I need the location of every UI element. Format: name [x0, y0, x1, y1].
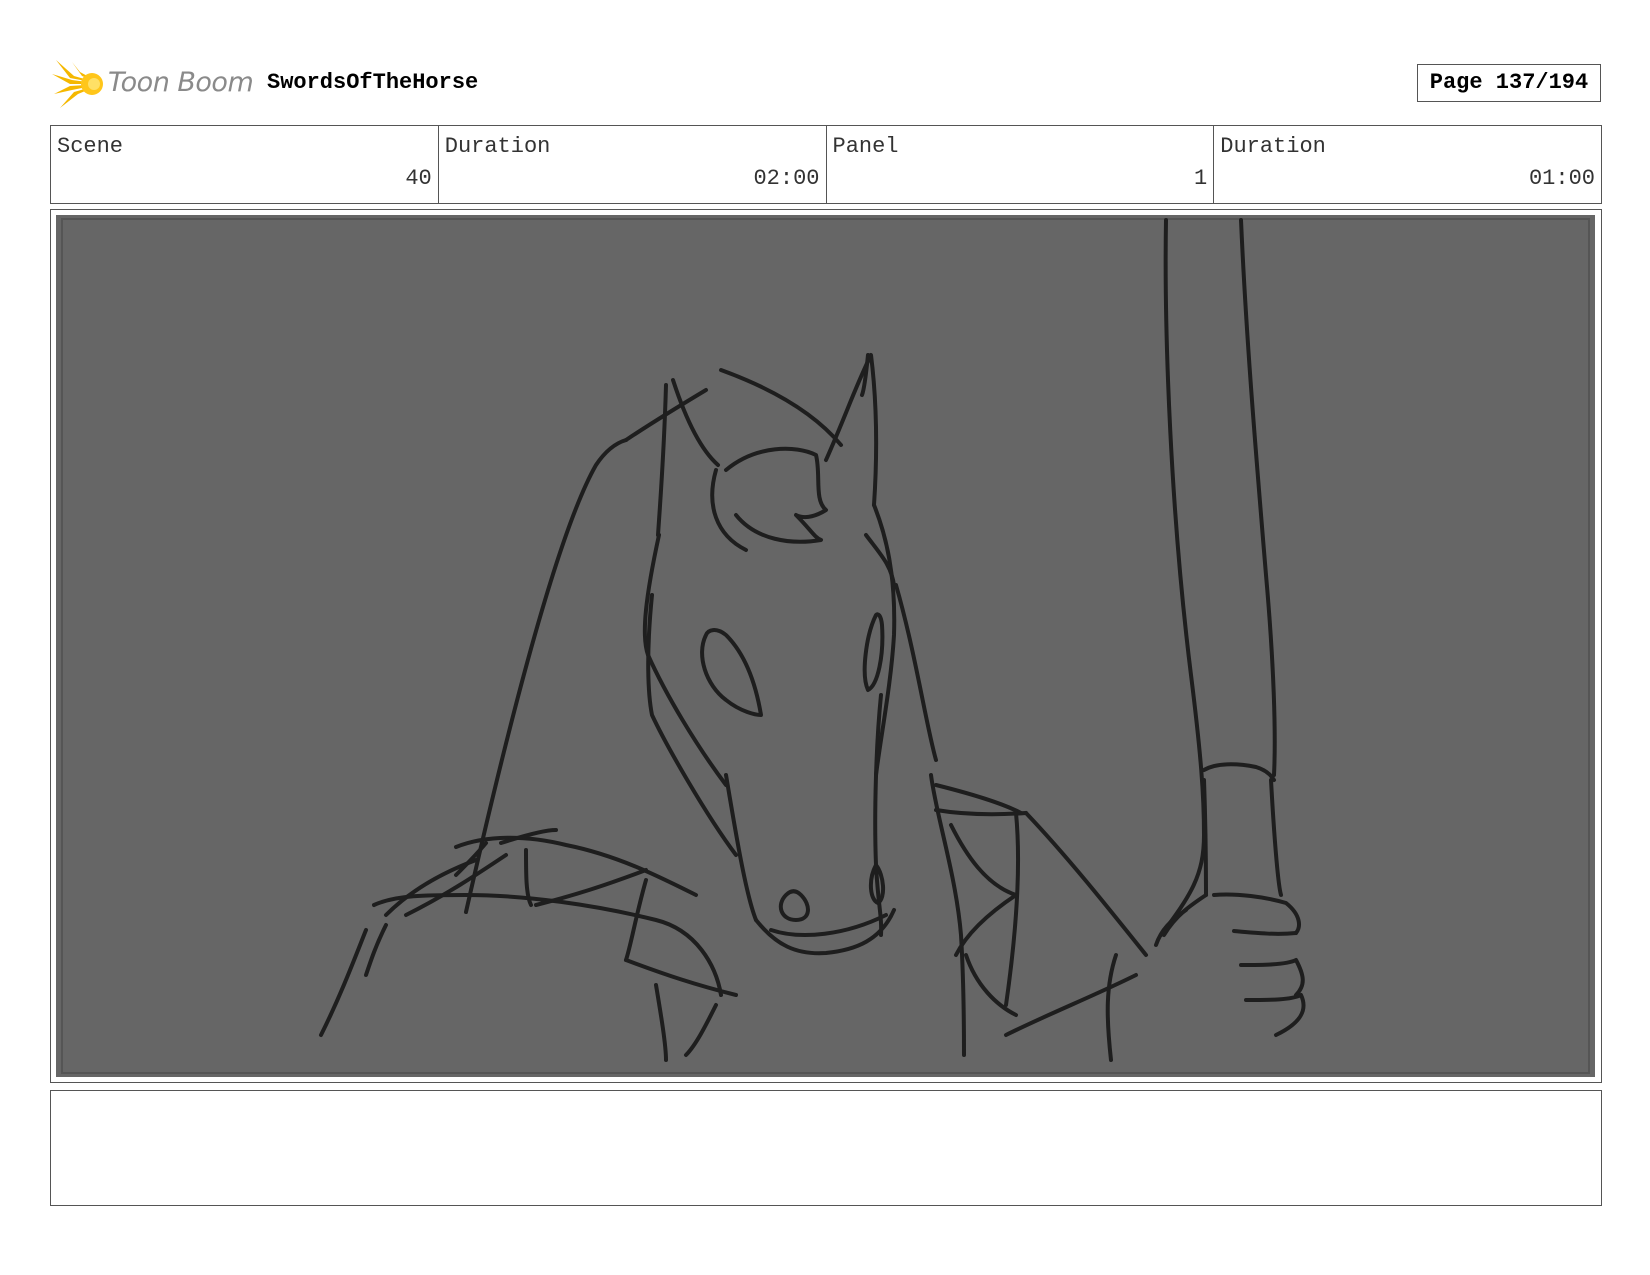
panel-duration-cell: Duration 01:00: [1214, 126, 1601, 203]
starburst-icon: [52, 60, 103, 108]
panel-background: [56, 215, 1595, 1077]
scene-cell: Scene 40: [51, 126, 439, 203]
panel-cell: Panel 1: [827, 126, 1215, 203]
project-title: SwordsOfTheHorse: [267, 70, 479, 95]
scene-duration-cell: Duration 02:00: [439, 126, 827, 203]
storyboard-panel-frame: [50, 209, 1602, 1083]
scene-duration-label: Duration: [444, 134, 551, 159]
panel-info-table: Scene 40 Duration 02:00 Panel 1 Duration…: [50, 125, 1602, 204]
page-indicator: Page 137/194: [1417, 64, 1601, 102]
toon-boom-logo: Toon Boom: [52, 58, 254, 110]
panel-label: Panel: [832, 134, 899, 159]
logo-text: Toon Boom: [108, 67, 254, 98]
horse-sketch-drawing: [56, 215, 1595, 1077]
panel-notes-box[interactable]: [50, 1090, 1602, 1206]
panel-duration-value: 01:00: [1528, 166, 1595, 191]
scene-value: 40: [405, 166, 432, 191]
scene-duration-value: 02:00: [753, 166, 820, 191]
panel-duration-label: Duration: [1220, 134, 1326, 159]
scene-label: Scene: [57, 134, 124, 159]
panel-value: 1: [1194, 166, 1208, 191]
